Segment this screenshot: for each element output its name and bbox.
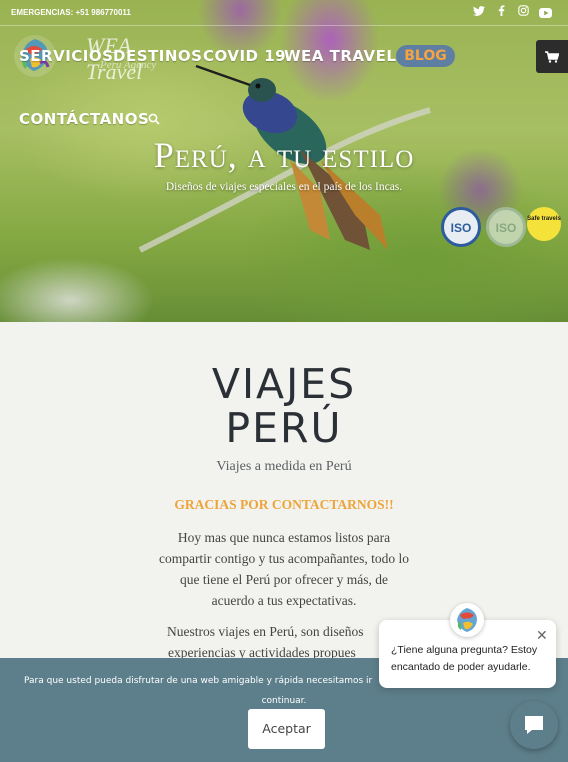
intro-paragraph: Hoy mas que nunca estamos listos para co… [142,527,426,611]
iso-badge-2: ISO [486,207,526,247]
section-subtitle: Viajes a medida en Perú [216,459,352,474]
nav-contactanos[interactable]: CONTÁCTANOS [19,110,149,128]
twitter-icon[interactable] [471,5,487,21]
nav-blog[interactable]: BLOG [396,45,455,67]
cart-button[interactable] [536,40,568,73]
hero-subtitle: Diseños de viajes especiales en el país … [165,181,403,193]
nav-servicios[interactable]: SERVICIOS [19,47,113,65]
intro-line: Hoy mas que nunca estamos listos para [177,530,391,545]
chat-message: ¿Tiene alguna pregunta? Estoy encantado … [391,642,543,676]
chat-launcher-button[interactable] [510,701,558,749]
iso-badge-1: ISO [441,207,481,247]
chat-avatar-logo-icon [457,608,477,632]
close-icon[interactable]: ✕ [536,628,548,642]
youtube-icon[interactable] [539,8,552,18]
search-icon[interactable] [148,112,160,125]
accept-cookies-button[interactable]: Aceptar [248,709,325,749]
safe-travels-label: Safe travels [527,216,561,222]
chat-line: ¿Tiene alguna pregunta? Estoy [391,644,538,656]
cookie-line: continuar. [261,696,307,706]
section-title-line2: PERÚ [225,404,343,452]
iso-badge-2-label: ISO [495,221,517,235]
iso-badge-1-label: ISO [450,221,472,235]
emergency-phone[interactable]: EMERGENCIAS: +51 986770011 [11,8,131,17]
nav-destinos[interactable]: DESTINOS [113,47,202,65]
cart-icon [545,51,559,63]
instagram-icon[interactable] [515,5,531,21]
thanks-message: GRACIAS POR CONTACTARNOS!! [174,497,394,512]
nav-wea-travel[interactable]: WEA TRAVEL [284,47,396,65]
intro-line: que tiene el Perú por ofrecer y más, de [179,572,389,587]
chat-line: encantado de poder ayudarle. [391,661,531,673]
nav-covid[interactable]: COVID 19 [203,47,286,65]
travel-paragraph: Nuestros viajes en Perú, son diseños exp… [167,621,407,663]
hero-banner: EMERGENCIAS: +51 986770011 WEA Travel Pe… [0,0,568,322]
chat-icon [525,716,543,734]
travel-line: Nuestros viajes en Perú, son diseños [167,624,364,639]
intro-line: compartir contigo y tus acompañantes, to… [158,551,410,566]
facebook-icon[interactable] [493,5,509,21]
intro-line: acuerdo a tus expectativas. [211,593,357,608]
hero-title: Perú, a tu estilo [153,135,415,175]
chat-avatar [450,603,484,637]
section-title-line1: VIAJES [211,360,357,408]
topbar: EMERGENCIAS: +51 986770011 [0,0,568,26]
safe-travels-badge: Safe travels [527,207,561,241]
